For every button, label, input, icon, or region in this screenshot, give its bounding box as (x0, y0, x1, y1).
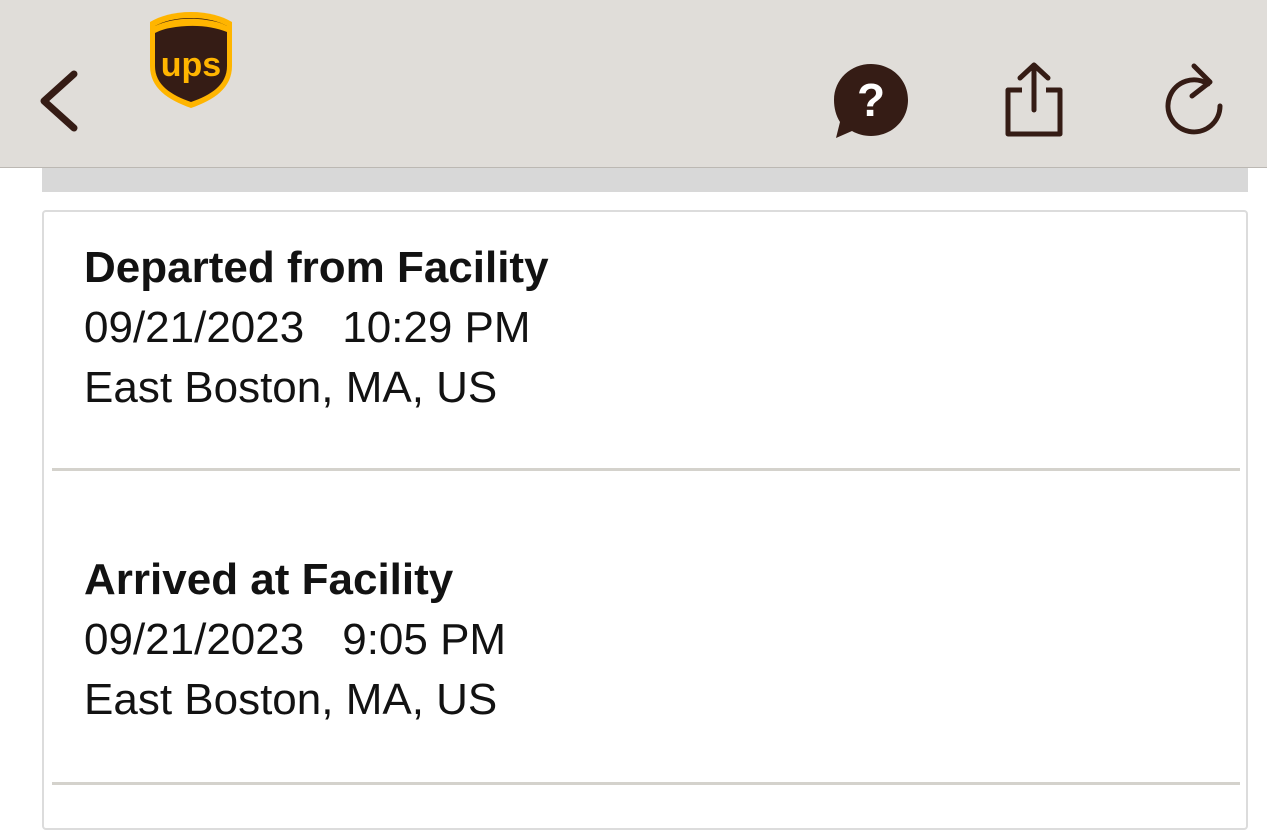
event-time: 9:05 PM (342, 615, 507, 664)
event-location: East Boston, MA, US (84, 363, 498, 412)
event-date: 09/21/2023 (84, 303, 305, 352)
event-location: East Boston, MA, US (84, 675, 498, 724)
event-date: 09/21/2023 (84, 615, 305, 664)
tracking-event: Arrived at Facility 09/21/2023 9:05 PM Ea… (84, 550, 1184, 730)
help-button[interactable]: ? (830, 60, 912, 142)
event-time: 10:29 PM (342, 303, 531, 352)
ups-logo: ups (146, 10, 236, 110)
top-navigation-bar: ups ? (0, 0, 1267, 168)
tracking-event: Departed from Facility 09/21/2023 10:29 P… (84, 238, 1184, 418)
share-icon (1005, 62, 1063, 137)
event-title: Departed from Facility (84, 243, 549, 292)
divider (52, 468, 1240, 471)
event-datetime: 09/21/2023 10:29 PM (84, 298, 1184, 358)
refresh-button[interactable] (1160, 60, 1230, 138)
section-header-bar (42, 168, 1248, 192)
share-button[interactable] (998, 60, 1070, 140)
event-title: Arrived at Facility (84, 555, 454, 604)
question-bubble-icon: ? (834, 64, 908, 138)
event-datetime: 09/21/2023 9:05 PM (84, 610, 1184, 670)
chevron-left-icon (40, 70, 78, 132)
svg-text:?: ? (857, 74, 885, 126)
refresh-icon (1165, 63, 1223, 135)
shipment-progress-card: Departed from Facility 09/21/2023 10:29 P… (42, 210, 1248, 830)
back-button[interactable] (30, 62, 86, 140)
divider (52, 782, 1240, 785)
logo-wordmark: ups (161, 46, 221, 84)
